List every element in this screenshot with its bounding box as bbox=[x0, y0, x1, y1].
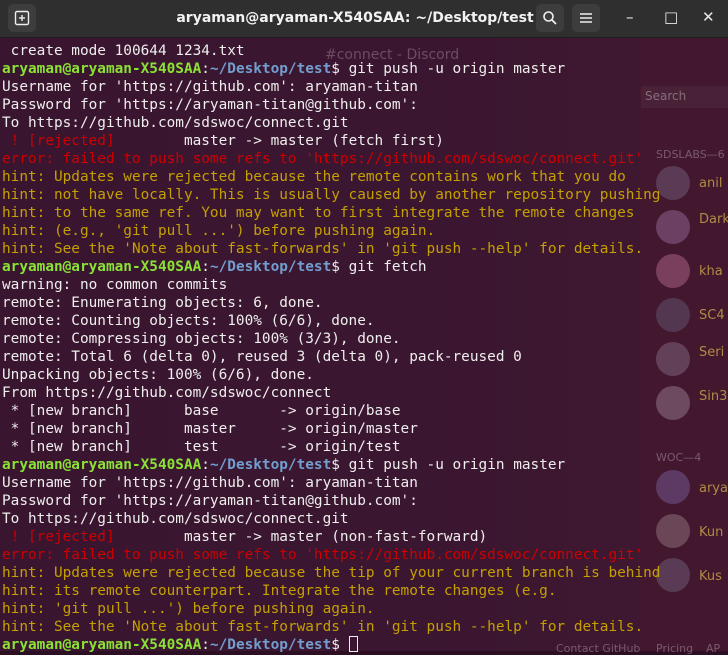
terminal-titlebar: aryaman@aryaman-X540SAA: ~/Desktop/test … bbox=[0, 0, 728, 38]
prompt-symbol: $ bbox=[331, 259, 340, 275]
terminal-line: remote: Total 6 (delta 0), reused 3 (del… bbox=[2, 348, 728, 366]
output-line-text: * [new branch] test -> origin/test bbox=[2, 439, 401, 455]
terminal-line: aryaman@aryaman-X540SAA:~/Desktop/test$ … bbox=[2, 456, 728, 474]
terminal-line: hint: See the 'Note about fast-forwards'… bbox=[2, 240, 728, 258]
rejected-tag: ! [rejected] bbox=[2, 133, 115, 149]
terminal-line: Username for 'https://github.com': aryam… bbox=[2, 474, 728, 492]
output-line-text: remote: Compressing objects: 100% (3/3),… bbox=[2, 331, 401, 347]
minimize-button[interactable]: – bbox=[626, 8, 634, 26]
prompt-separator: : bbox=[201, 61, 210, 77]
terminal-line: To https://github.com/sdswoc/connect.git bbox=[2, 510, 728, 528]
hint-line-text: hint: not have locally. This is usually … bbox=[2, 187, 661, 203]
hint-line-text: hint: See the 'Note about fast-forwards'… bbox=[2, 241, 644, 257]
rejected-detail: master -> master (non-fast-forward) bbox=[114, 529, 488, 545]
prompt-user: aryaman@aryaman-X540SAA bbox=[2, 457, 202, 473]
rejected-detail: master -> master (fetch first) bbox=[114, 133, 444, 149]
output-line-text: From https://github.com/sdswoc/connect bbox=[2, 385, 332, 401]
output-line-text: Username for 'https://github.com': aryam… bbox=[2, 475, 418, 491]
hint-line-text: hint: to the same ref. You may want to f… bbox=[2, 205, 635, 221]
terminal-line: aryaman@aryaman-X540SAA:~/Desktop/test$ … bbox=[2, 60, 728, 78]
hint-line-text: hint: Updates were rejected because the … bbox=[2, 565, 661, 581]
terminal-line: remote: Compressing objects: 100% (3/3),… bbox=[2, 330, 728, 348]
hint-line-text: hint: See the 'Note about fast-forwards'… bbox=[2, 619, 644, 635]
terminal-line: hint: (e.g., 'git pull ...') before push… bbox=[2, 222, 728, 240]
output-line-text: * [new branch] master -> origin/master bbox=[2, 421, 418, 437]
terminal-line: hint: See the 'Note about fast-forwards'… bbox=[2, 618, 728, 636]
terminal-line: hint: not have locally. This is usually … bbox=[2, 186, 728, 204]
terminal-line: * [new branch] base -> origin/base bbox=[2, 402, 728, 420]
terminal-line: aryaman@aryaman-X540SAA:~/Desktop/test$ bbox=[2, 636, 728, 654]
output-line-text: warning: no common commits bbox=[2, 277, 228, 293]
close-button[interactable]: ✕ bbox=[702, 8, 715, 26]
text-cursor bbox=[348, 636, 358, 652]
prompt-command: git push -u origin master bbox=[339, 61, 566, 77]
output-line-text: Unpacking objects: 100% (6/6), done. bbox=[2, 367, 314, 383]
output-line-text: remote: Counting objects: 100% (6/6), do… bbox=[2, 313, 375, 329]
terminal-line: Username for 'https://github.com': aryam… bbox=[2, 78, 728, 96]
output-line-text: To https://github.com/sdswoc/connect.git bbox=[2, 511, 349, 527]
terminal-line: hint: to the same ref. You may want to f… bbox=[2, 204, 728, 222]
output-line-text: Password for 'https://aryaman-titan@gith… bbox=[2, 97, 418, 113]
terminal-line: ! [rejected] master -> master (fetch fir… bbox=[2, 132, 728, 150]
terminal-line: From https://github.com/sdswoc/connect bbox=[2, 384, 728, 402]
window-title: aryaman@aryaman-X540SAA: ~/Desktop/test bbox=[176, 10, 534, 26]
terminal-line: Password for 'https://aryaman-titan@gith… bbox=[2, 96, 728, 114]
hamburger-menu-icon bbox=[580, 13, 592, 23]
output-line-text: * [new branch] base -> origin/base bbox=[2, 403, 401, 419]
error-line-text: error: failed to push some refs to 'http… bbox=[2, 151, 644, 167]
prompt-path: ~/Desktop/test bbox=[209, 61, 332, 77]
prompt-separator: : bbox=[201, 259, 210, 275]
prompt-path: ~/Desktop/test bbox=[209, 259, 332, 275]
output-line-text: remote: Enumerating objects: 6, done. bbox=[2, 295, 323, 311]
prompt-command: git push -u origin master bbox=[339, 457, 566, 473]
terminal-line: * [new branch] test -> origin/test bbox=[2, 438, 728, 456]
terminal-line: create mode 100644 1234.txt bbox=[2, 42, 728, 60]
search-button[interactable] bbox=[536, 4, 564, 32]
terminal-line: remote: Enumerating objects: 6, done. bbox=[2, 294, 728, 312]
terminal-line: ! [rejected] master -> master (non-fast-… bbox=[2, 528, 728, 546]
output-line-text: Username for 'https://github.com': aryam… bbox=[2, 79, 418, 95]
prompt-symbol: $ bbox=[331, 457, 340, 473]
output-line-text: remote: Total 6 (delta 0), reused 3 (del… bbox=[2, 349, 522, 365]
terminal-line: hint: its remote counterpart. Integrate … bbox=[2, 582, 728, 600]
terminal-line: To https://github.com/sdswoc/connect.git bbox=[2, 114, 728, 132]
prompt-user: aryaman@aryaman-X540SAA bbox=[2, 259, 202, 275]
terminal-line: * [new branch] master -> origin/master bbox=[2, 420, 728, 438]
terminal-line: hint: Updates were rejected because the … bbox=[2, 168, 728, 186]
hint-line-text: hint: its remote counterpart. Integrate … bbox=[2, 583, 557, 599]
output-line-text: Password for 'https://aryaman-titan@gith… bbox=[2, 493, 418, 509]
output-line-text: To https://github.com/sdswoc/connect.git bbox=[2, 115, 349, 131]
output-line-text: create mode 100644 1234.txt bbox=[2, 43, 245, 59]
hint-line-text: hint: Updates were rejected because the … bbox=[2, 169, 626, 185]
prompt-user: aryaman@aryaman-X540SAA bbox=[2, 61, 202, 77]
terminal-line: hint: Updates were rejected because the … bbox=[2, 564, 728, 582]
terminal-line: hint: 'git pull ...') before pushing aga… bbox=[2, 600, 728, 618]
prompt-symbol: $ bbox=[331, 61, 340, 77]
menu-button[interactable] bbox=[572, 4, 600, 32]
terminal-line: error: failed to push some refs to 'http… bbox=[2, 546, 728, 564]
hint-line-text: hint: 'git pull ...') before pushing aga… bbox=[2, 601, 375, 617]
prompt-separator: : bbox=[201, 457, 210, 473]
prompt-path: ~/Desktop/test bbox=[209, 457, 332, 473]
error-line-text: error: failed to push some refs to 'http… bbox=[2, 547, 644, 563]
maximize-button[interactable]: □ bbox=[664, 8, 678, 26]
terminal-line: Unpacking objects: 100% (6/6), done. bbox=[2, 366, 728, 384]
terminal-line: remote: Counting objects: 100% (6/6), do… bbox=[2, 312, 728, 330]
search-icon bbox=[543, 11, 557, 25]
hint-line-text: hint: (e.g., 'git pull ...') before push… bbox=[2, 223, 436, 239]
terminal-line: error: failed to push some refs to 'http… bbox=[2, 150, 728, 168]
rejected-tag: ! [rejected] bbox=[2, 529, 115, 545]
prompt-command: git fetch bbox=[339, 259, 427, 275]
terminal-output[interactable]: create mode 100644 1234.txt aryaman@aryam… bbox=[2, 42, 728, 654]
terminal-line: Password for 'https://aryaman-titan@gith… bbox=[2, 492, 728, 510]
terminal-line: aryaman@aryaman-X540SAA:~/Desktop/test$ … bbox=[2, 258, 728, 276]
terminal-line: warning: no common commits bbox=[2, 276, 728, 294]
